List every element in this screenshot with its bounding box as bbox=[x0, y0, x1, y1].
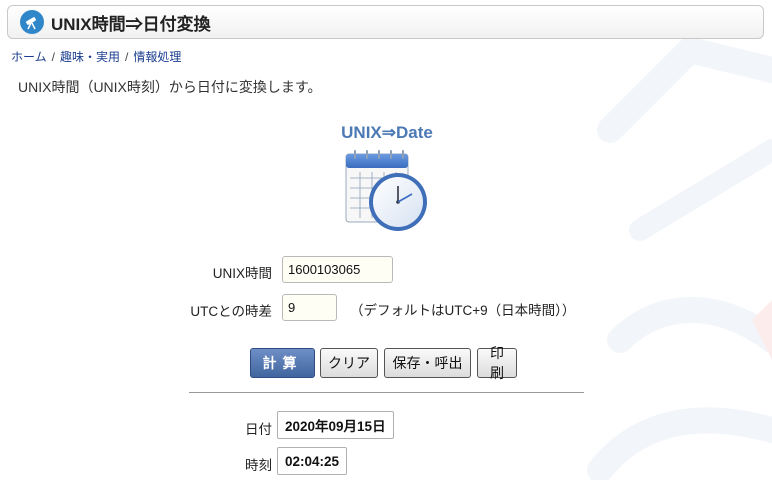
breadcrumb-hobby-link[interactable]: 趣味・実用 bbox=[60, 50, 120, 64]
unix-time-input[interactable] bbox=[282, 256, 393, 283]
calendar-clock-icon bbox=[345, 150, 427, 231]
save-load-button[interactable]: 保存・呼出 bbox=[384, 348, 471, 378]
date-result-value: 2020年09月15日 bbox=[277, 411, 394, 439]
telescope-icon bbox=[20, 10, 44, 34]
print-button[interactable]: 印刷 bbox=[477, 345, 517, 381]
breadcrumb: ホーム / 趣味・実用 / 情報処理 bbox=[11, 48, 181, 65]
unix-time-label: UNIX時間 bbox=[212, 266, 272, 281]
breadcrumb-separator: / bbox=[125, 50, 129, 64]
page-description: UNIX時間（UNIX時刻）から日付に変換します。 bbox=[18, 79, 322, 95]
utc-offset-label: UTCとの時差 bbox=[190, 304, 272, 319]
utc-offset-input[interactable] bbox=[282, 294, 337, 321]
breadcrumb-separator: / bbox=[51, 50, 55, 64]
page-title-bar: UNIX時間⇒日付変換 bbox=[7, 5, 764, 39]
logo-title: UNIX⇒Date bbox=[341, 123, 433, 142]
section-divider bbox=[189, 392, 584, 393]
date-result-label: 日付 bbox=[245, 422, 272, 437]
utc-offset-hint: （デフォルトはUTC+9（日本時間）） bbox=[350, 303, 576, 318]
clear-button[interactable]: クリア bbox=[320, 348, 378, 378]
background-watermark bbox=[587, 35, 772, 480]
page-title: UNIX時間⇒日付変換 bbox=[51, 14, 211, 34]
calculate-button[interactable]: 計算 bbox=[250, 348, 315, 378]
time-result-value: 02:04:25 bbox=[277, 447, 348, 475]
breadcrumb-info-link[interactable]: 情報処理 bbox=[133, 50, 181, 64]
breadcrumb-home-link[interactable]: ホーム bbox=[11, 50, 47, 64]
time-result-label: 時刻 bbox=[245, 458, 272, 473]
